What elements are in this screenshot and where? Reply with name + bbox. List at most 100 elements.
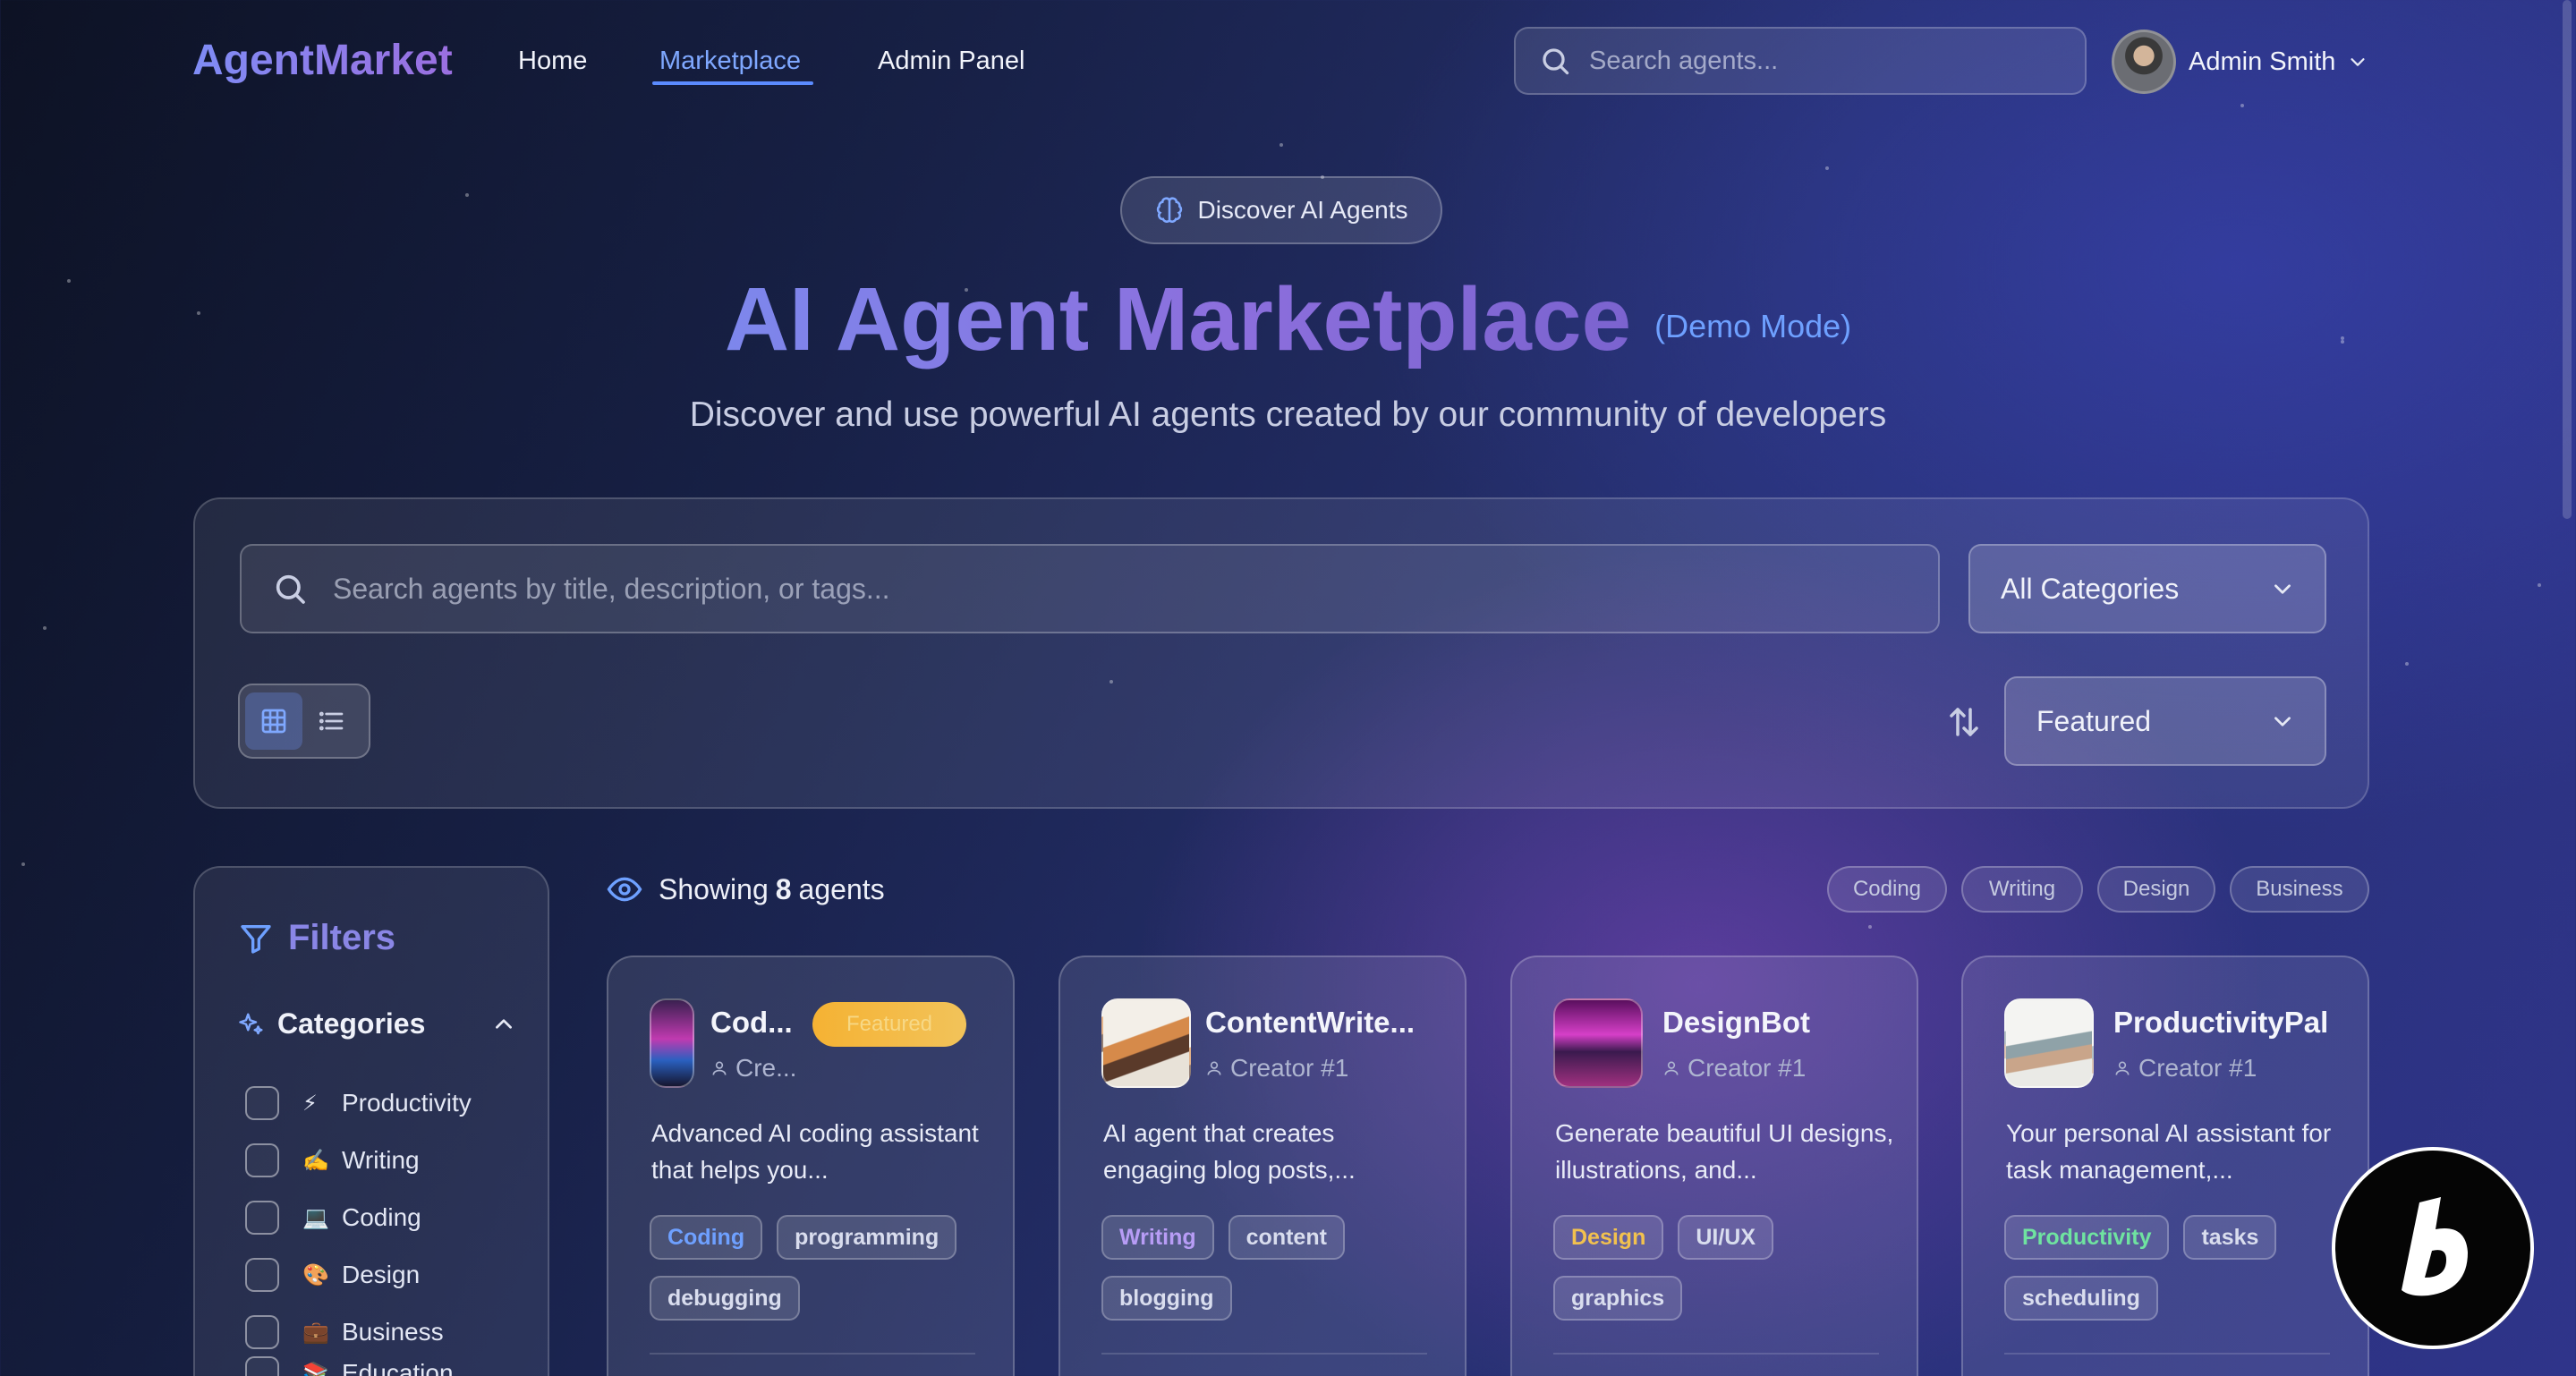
agent-search-box[interactable] [240, 544, 1940, 633]
quick-filter-coding[interactable]: Coding [1827, 866, 1947, 913]
tag[interactable]: tasks [2183, 1215, 2277, 1260]
checkbox[interactable] [245, 1143, 279, 1177]
categories-section-toggle[interactable]: Categories [238, 1007, 515, 1040]
agent-title: DesignBot [1662, 1006, 1810, 1039]
tag[interactable]: blogging [1101, 1276, 1232, 1321]
agent-title: ContentWrite... [1205, 1006, 1416, 1039]
tag[interactable]: scheduling [2004, 1276, 2158, 1321]
top-navigation: AgentMarket Home Marketplace Admin Panel… [0, 0, 2576, 125]
agent-thumbnail [650, 998, 694, 1088]
books-icon: 📚 [302, 1361, 329, 1376]
laptop-icon: 💻 [302, 1205, 329, 1230]
header-search-input[interactable] [1589, 46, 2054, 76]
avatar [2112, 30, 2176, 94]
agent-title: Cod... [710, 1006, 793, 1039]
card-divider [1553, 1353, 1879, 1355]
agent-card[interactable]: Cod... Cre... Featured Advanced AI codin… [607, 956, 1015, 1376]
page-scrollbar[interactable] [2563, 0, 2572, 519]
page-subtitle: Discover and use powerful AI agents crea… [689, 395, 1887, 434]
checkbox[interactable] [245, 1315, 279, 1349]
user-icon [712, 1061, 727, 1075]
filters-heading: Filters [238, 918, 395, 958]
eye-icon [607, 877, 642, 902]
checkbox[interactable] [245, 1086, 279, 1120]
agent-card[interactable]: ContentWrite... Creator #1 AI agent that… [1058, 956, 1467, 1376]
results-count: Showing 8 agents [607, 871, 885, 907]
category-label: Writing [342, 1146, 420, 1174]
checkbox[interactable] [245, 1201, 279, 1235]
category-tag[interactable]: Design [1553, 1215, 1664, 1260]
nav-link-home[interactable]: Home [518, 47, 587, 76]
agent-creator-name: Creator #1 [1688, 1054, 1807, 1082]
sort-arrows-icon [1950, 708, 1978, 736]
bolt-badge-logo[interactable] [2332, 1147, 2534, 1349]
nav-link-marketplace[interactable]: Marketplace [659, 47, 801, 76]
sort-select[interactable]: Featured [2004, 676, 2326, 766]
category-label: Education [342, 1359, 454, 1376]
grid-view-button[interactable] [245, 692, 302, 750]
agent-thumbnail [1101, 998, 1191, 1088]
nav-link-admin-panel[interactable]: Admin Panel [878, 47, 1024, 76]
quick-filter-business[interactable]: Business [2230, 866, 2369, 913]
user-icon [1664, 1061, 1679, 1075]
page-title: AI Agent Marketplace (Demo Mode) [0, 268, 2576, 371]
agent-tags: Design UI/UX graphics [1553, 1215, 1893, 1337]
lightning-icon: ⚡ [302, 1091, 318, 1116]
category-label: Design [342, 1261, 421, 1288]
results-prefix: Showing [659, 872, 769, 905]
filters-title: Filters [288, 918, 396, 957]
agent-thumbnail [2004, 998, 2094, 1088]
category-filter-education[interactable]: 📚 Education [245, 1356, 454, 1376]
agent-search-input[interactable] [333, 572, 1899, 606]
category-tag[interactable]: Coding [650, 1215, 763, 1260]
bolt-logo-icon [2402, 1197, 2468, 1296]
category-select[interactable]: All Categories [1968, 544, 2326, 633]
sort-select-value: Featured [2036, 704, 2152, 737]
category-tag[interactable]: Productivity [2004, 1215, 2170, 1260]
brain-icon [1157, 197, 1183, 223]
featured-badge-label: Featured [846, 1012, 933, 1036]
checkbox[interactable] [245, 1258, 279, 1292]
agent-title: ProductivityPal [2113, 1006, 2329, 1039]
card-divider [2004, 1353, 2330, 1355]
list-view-button[interactable] [302, 692, 360, 750]
tag[interactable]: programming [777, 1215, 957, 1260]
user-menu[interactable]: Admin Smith [2112, 29, 2368, 95]
quick-filter-writing[interactable]: Writing [1961, 866, 2083, 913]
list-icon [319, 711, 344, 731]
quick-filter-design[interactable]: Design [2097, 866, 2215, 913]
discover-badge-label: Discover AI Agents [1197, 196, 1408, 224]
checkbox[interactable] [245, 1356, 279, 1376]
chevron-down-icon [2351, 58, 2365, 66]
category-filter-coding[interactable]: 💻 Coding [245, 1201, 421, 1235]
results-suffix: agents [798, 872, 885, 905]
briefcase-icon: 💼 [302, 1320, 329, 1345]
featured-badge: Featured [812, 1002, 966, 1047]
card-divider [650, 1353, 975, 1355]
category-filter-business[interactable]: 💼 Business [245, 1315, 444, 1349]
tag[interactable]: graphics [1553, 1276, 1683, 1321]
category-filter-productivity[interactable]: ⚡ Productivity [245, 1086, 472, 1120]
agent-card[interactable]: DesignBot Creator #1 Generate beautiful … [1510, 956, 1918, 1376]
tag[interactable]: content [1228, 1215, 1345, 1260]
category-tag[interactable]: Writing [1101, 1215, 1214, 1260]
agent-card[interactable]: ProductivityPal Creator #1 Your personal… [1961, 956, 2369, 1376]
agent-tags: Writing content blogging [1101, 1215, 1441, 1337]
discover-badge: Discover AI Agents [1120, 176, 1442, 244]
search-icon [1543, 48, 1569, 75]
sort-direction-button[interactable] [1945, 703, 1983, 745]
app-logo[interactable]: AgentMarket [192, 36, 453, 85]
category-select-value: All Categories [2001, 572, 2180, 605]
category-label: Business [342, 1318, 444, 1346]
user-name: Admin Smith [2189, 47, 2336, 76]
category-filter-design[interactable]: 🎨 Design [245, 1258, 420, 1292]
category-label: Productivity [342, 1089, 472, 1117]
results-number: 8 [775, 872, 792, 905]
agent-creator-name: Cre... [735, 1054, 797, 1082]
user-icon [1207, 1061, 1221, 1075]
search-icon [276, 574, 305, 604]
category-filter-writing[interactable]: ✍️ Writing [245, 1143, 420, 1177]
tag[interactable]: UI/UX [1678, 1215, 1774, 1260]
tag[interactable]: debugging [650, 1276, 800, 1321]
header-search-box[interactable] [1514, 27, 2087, 95]
